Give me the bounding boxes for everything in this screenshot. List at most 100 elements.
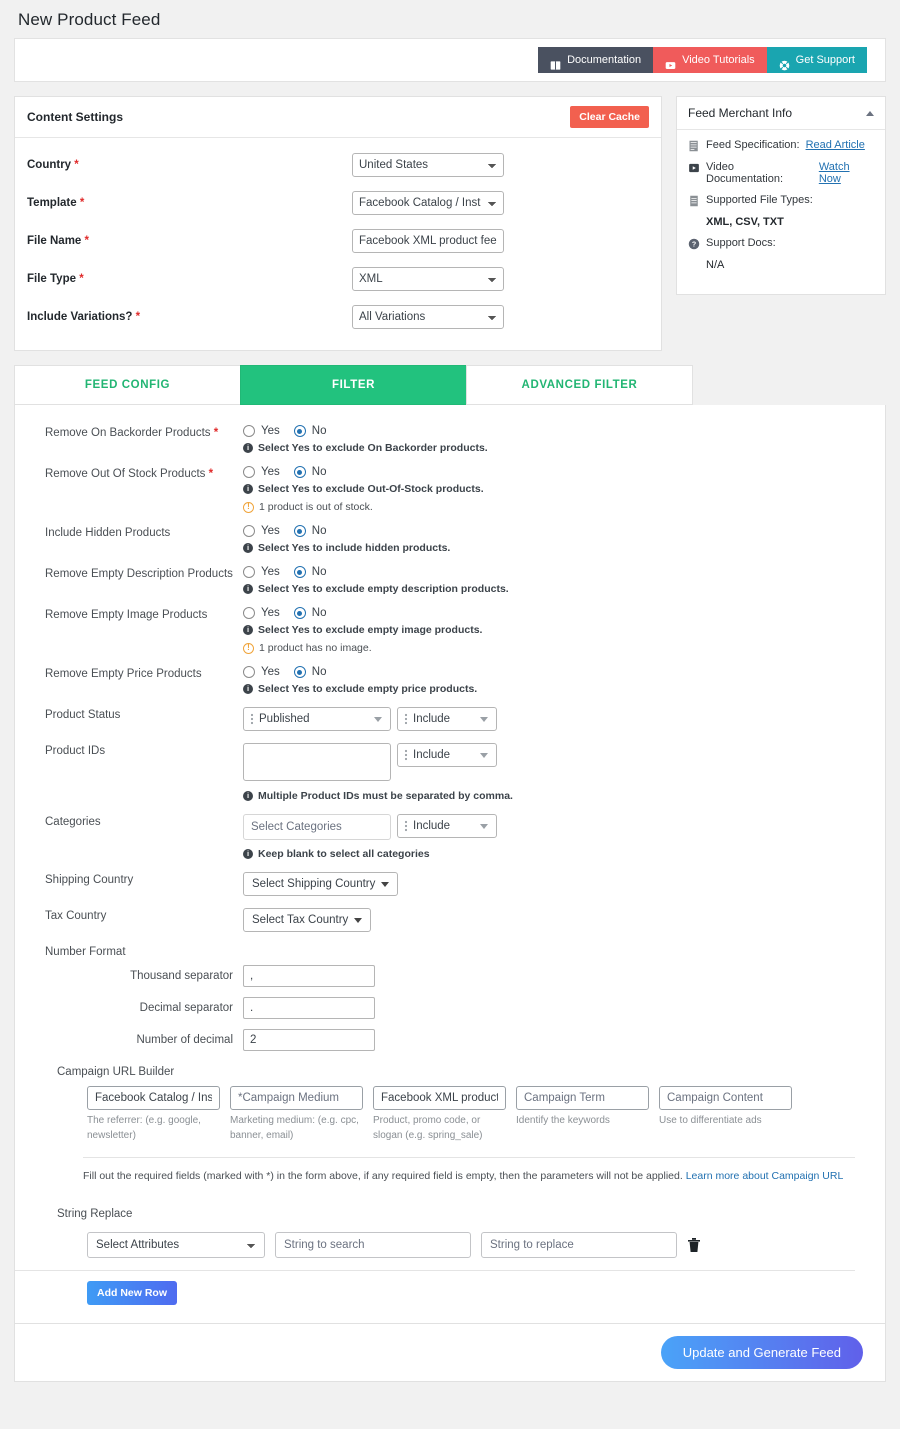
- empty-image-radio-group: Yes No: [243, 607, 885, 619]
- tax-country-select[interactable]: Select Tax Country: [243, 908, 372, 932]
- watch-now-link[interactable]: Watch Now: [819, 161, 874, 185]
- caret-up-icon[interactable]: [866, 110, 874, 116]
- product-status-controls: Published Include: [243, 707, 885, 731]
- required-marker: *: [84, 235, 90, 247]
- backorder-no-radio[interactable]: [293, 425, 306, 437]
- country-select[interactable]: United States: [352, 153, 504, 177]
- settings-columns: Content Settings Clear Cache Country * U…: [14, 96, 886, 351]
- add-new-row-button[interactable]: Add New Row: [87, 1281, 177, 1305]
- empty-image-no-label: No: [311, 607, 327, 619]
- campaign-medium-input[interactable]: [230, 1086, 363, 1110]
- empty-image-yes-radio[interactable]: [243, 607, 255, 619]
- template-label: Template *: [27, 197, 85, 209]
- empty-price-no-radio[interactable]: [293, 666, 306, 678]
- out-of-stock-no-label: No: [311, 466, 327, 478]
- update-and-generate-feed-button[interactable]: Update and Generate Feed: [660, 1336, 863, 1369]
- chevron-down-icon: [354, 917, 363, 923]
- tab-feed-config[interactable]: FEED CONFIG: [14, 365, 240, 405]
- field-row-file-type: File Type * XML: [15, 260, 661, 298]
- product-ids-mode-select[interactable]: Include: [397, 743, 497, 767]
- empty-price-yes-radio[interactable]: [243, 666, 255, 678]
- filter-panel: Remove On Backorder Products * Yes No iS…: [14, 405, 886, 1324]
- read-article-link[interactable]: Read Article: [806, 139, 865, 151]
- get-support-label: Get Support: [795, 54, 855, 66]
- string-to-replace-input[interactable]: [481, 1232, 677, 1258]
- empty-description-yes-radio[interactable]: [243, 566, 255, 578]
- feed-specification-item: Feed Specification: Read Article: [688, 139, 874, 152]
- product-status-select[interactable]: Published: [243, 707, 391, 731]
- decimal-separator-input[interactable]: [243, 997, 375, 1019]
- campaign-source-input[interactable]: [87, 1086, 220, 1110]
- campaign-name-col: Product, promo code, or slogan (e.g. spr…: [373, 1086, 506, 1143]
- merchant-info-header: Feed Merchant Info: [677, 97, 885, 130]
- thousand-separator-input[interactable]: [243, 965, 375, 987]
- product-status-value: Published: [259, 713, 310, 725]
- hidden-no-radio[interactable]: [293, 525, 306, 537]
- required-marker: *: [135, 311, 141, 323]
- warning-icon: !: [243, 502, 254, 513]
- include-variations-label: Include Variations? *: [27, 311, 141, 323]
- backorder-radio-group: Yes No: [243, 425, 885, 437]
- campaign-name-input[interactable]: [373, 1086, 506, 1110]
- video-tutorials-button[interactable]: Video Tutorials: [653, 47, 767, 73]
- info-icon: i: [243, 849, 253, 859]
- product-status-mode-select[interactable]: Include: [397, 707, 497, 731]
- tax-country-label: Tax Country: [45, 910, 107, 922]
- video-play-icon: [688, 162, 700, 174]
- documentation-button[interactable]: Documentation: [538, 47, 654, 73]
- product-ids-textarea[interactable]: [243, 743, 391, 781]
- content-settings-card: Content Settings Clear Cache Country * U…: [14, 96, 662, 351]
- file-type-select[interactable]: XML: [352, 267, 504, 291]
- file-type-label: File Type *: [27, 273, 84, 285]
- tax-country-value: Select Tax Country: [252, 914, 349, 926]
- empty-price-hint: i Select Yes to exclude empty price produ…: [243, 683, 885, 695]
- documentation-label: Documentation: [567, 54, 642, 66]
- string-to-search-input[interactable]: [275, 1232, 471, 1258]
- out-of-stock-yes-radio[interactable]: [243, 466, 255, 478]
- categories-input[interactable]: [243, 814, 391, 840]
- clear-cache-button[interactable]: Clear Cache: [570, 106, 649, 128]
- string-replace-attribute-select[interactable]: Select Attributes: [87, 1232, 265, 1258]
- categories-mode-select[interactable]: Include: [397, 814, 497, 838]
- file-name-input[interactable]: [352, 229, 504, 253]
- hidden-yes-label: Yes: [261, 525, 280, 537]
- filter-row-empty-image: Remove Empty Image Products Yes No i Sele…: [15, 601, 885, 660]
- include-variations-select[interactable]: All Variations: [352, 305, 504, 329]
- empty-description-radio-group: Yes No: [243, 566, 885, 578]
- string-replace-label: String Replace: [57, 1208, 133, 1220]
- filter-row-out-of-stock: Remove Out Of Stock Products * Yes No iS…: [15, 460, 885, 519]
- empty-description-no-radio[interactable]: [293, 566, 306, 578]
- filter-row-categories: Categories Include iKeep blank to select…: [15, 808, 885, 866]
- filter-row-hidden: Include Hidden Products Yes No i Select Y…: [15, 519, 885, 560]
- shipping-country-select[interactable]: Select Shipping Country: [243, 872, 399, 896]
- chevron-down-icon: [480, 716, 488, 722]
- required-marker: *: [213, 427, 219, 439]
- get-support-button[interactable]: Get Support: [766, 47, 867, 73]
- out-of-stock-hint: i Select Yes to exclude Out-Of-Stock prod…: [243, 483, 885, 495]
- merchant-info-title: Feed Merchant Info: [688, 106, 793, 120]
- drag-dots-icon: [250, 713, 254, 725]
- number-format-decimal-row: Decimal separator: [15, 992, 885, 1024]
- tab-advanced-filter[interactable]: ADVANCED FILTER: [466, 365, 693, 405]
- drag-dots-icon: [404, 820, 408, 832]
- backorder-label: Remove On Backorder Products *: [45, 427, 219, 439]
- backorder-yes-radio[interactable]: [243, 425, 255, 437]
- campaign-url-learn-more-link[interactable]: Learn more about Campaign URL: [686, 1170, 844, 1182]
- empty-image-no-radio[interactable]: [293, 607, 306, 619]
- content-settings-title: Content Settings: [27, 110, 123, 124]
- out-of-stock-no-radio[interactable]: [293, 466, 306, 478]
- info-icon: i: [243, 543, 253, 553]
- supported-file-types-item: Supported File Types:: [688, 194, 874, 207]
- info-icon: i: [243, 584, 253, 594]
- tab-filter[interactable]: FILTER: [240, 365, 466, 405]
- product-status-mode-value: Include: [413, 713, 451, 725]
- top-toolbar: Documentation Video Tutorials Get Suppor…: [14, 38, 886, 82]
- template-select[interactable]: Facebook Catalog / Instagr: [352, 191, 504, 215]
- hidden-yes-radio[interactable]: [243, 525, 255, 537]
- campaign-content-input[interactable]: [659, 1086, 792, 1110]
- number-of-decimal-input[interactable]: [243, 1029, 375, 1051]
- video-icon: [665, 55, 676, 69]
- required-marker: *: [74, 159, 79, 171]
- campaign-term-input[interactable]: [516, 1086, 649, 1110]
- trash-icon[interactable]: [687, 1237, 701, 1253]
